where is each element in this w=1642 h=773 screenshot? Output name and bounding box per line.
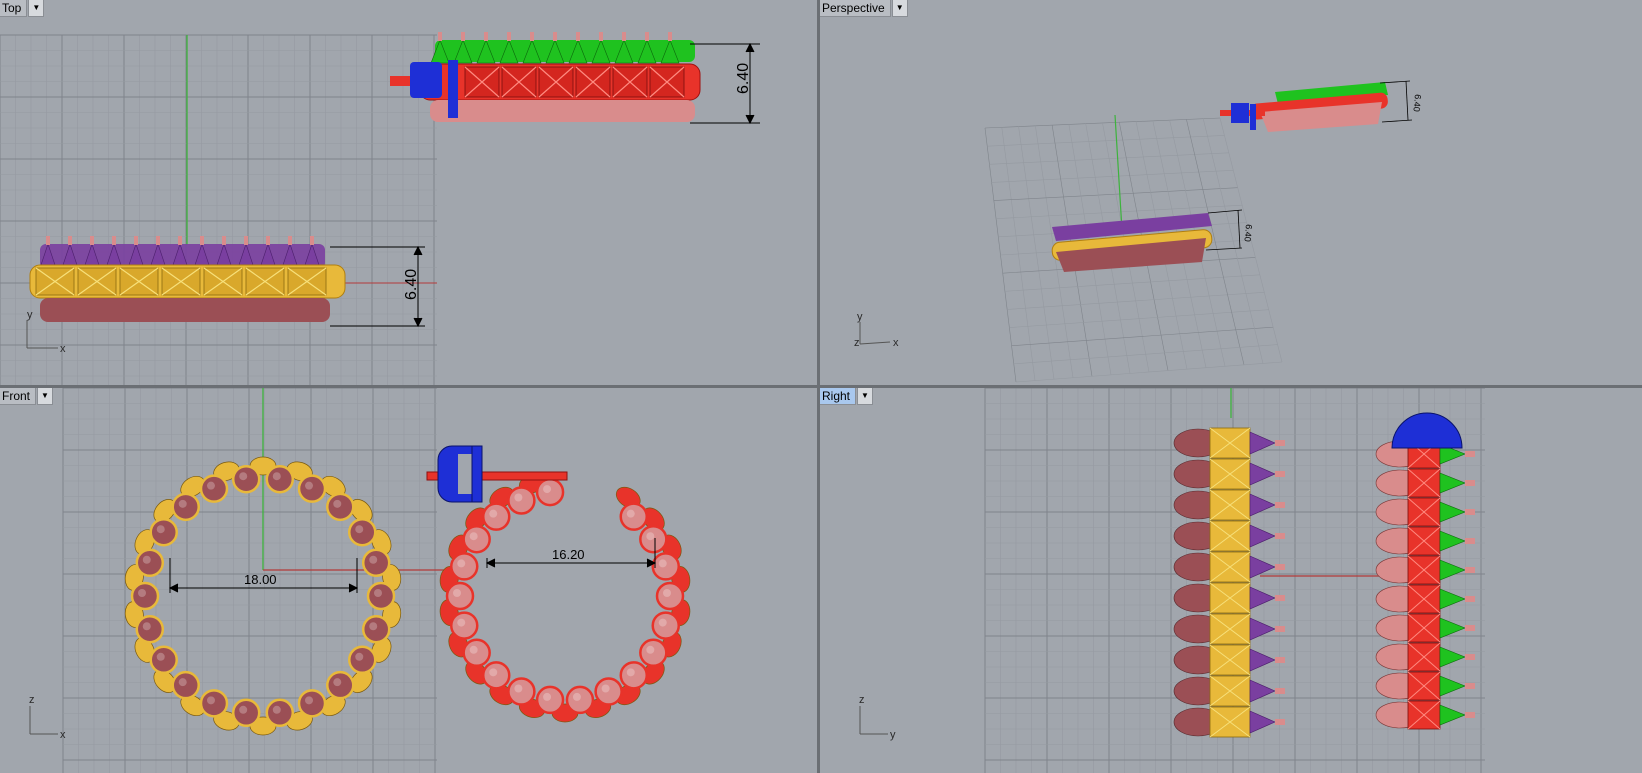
svg-text:y: y — [890, 729, 896, 741]
dropdown-arrow-icon[interactable]: ▼ — [28, 0, 45, 17]
dimension-label: 16.20 — [552, 547, 585, 562]
viewport-tab-right[interactable]: Right ▼ — [820, 388, 874, 405]
dimension-label: 6.40 — [735, 63, 752, 94]
earring-b-perspective — [1220, 82, 1388, 132]
viewport-perspective[interactable]: Perspective ▼ 6.40 6.40 x y z — [820, 0, 1642, 385]
earring-a-perspective — [1051, 213, 1213, 272]
top-scene: 6.40 6.40 x y — [0, 32, 760, 385]
viewport-front[interactable]: Front ▼ 18.00 16.20 x z — [0, 388, 817, 773]
viewport-tab-front[interactable]: Front ▼ — [0, 388, 54, 405]
svg-text:x: x — [893, 337, 899, 349]
right-scene: y z — [859, 388, 1485, 773]
front-scene: 18.00 16.20 x z — [29, 388, 691, 773]
dropdown-arrow-icon[interactable]: ▼ — [857, 388, 874, 405]
svg-text:y: y — [857, 311, 863, 323]
dimension-earring-a — [1205, 209, 1243, 251]
viewport-tab-top[interactable]: Top ▼ — [0, 0, 45, 17]
axis-icon: x z — [29, 694, 66, 741]
earring-b-side — [1375, 439, 1475, 730]
earring-b-front — [439, 474, 691, 723]
viewport-tab-perspective[interactable]: Perspective ▼ — [820, 0, 908, 17]
dimension-label: 6.40 — [1411, 94, 1422, 112]
axis-icon: x y z — [854, 311, 899, 349]
viewport-title[interactable]: Front — [0, 388, 37, 405]
dimension-label: 6.40 — [403, 269, 420, 300]
earring-a-top — [29, 236, 346, 322]
dropdown-arrow-icon[interactable]: ▼ — [37, 388, 54, 405]
dimension-label: 18.00 — [244, 572, 277, 587]
earring-b-top — [390, 32, 701, 122]
grid — [0, 34, 437, 385]
axis-icon: y z — [859, 694, 896, 741]
svg-text:x: x — [60, 729, 66, 741]
viewport-title[interactable]: Top — [0, 0, 28, 17]
viewport-title[interactable]: Perspective — [820, 0, 891, 17]
perspective-scene: 6.40 6.40 x y z — [854, 80, 1423, 383]
viewport-top[interactable]: Top ▼ 6.40 6.40 x y — [0, 0, 817, 385]
svg-text:z: z — [29, 694, 35, 706]
svg-text:z: z — [859, 694, 865, 706]
dimension-label: 6.40 — [1242, 224, 1253, 242]
svg-text:x: x — [60, 343, 66, 355]
svg-text:z: z — [854, 337, 860, 349]
clasp-side — [1391, 412, 1463, 449]
viewport-right[interactable]: Right ▼ y z — [820, 388, 1642, 773]
earring-a-side — [1173, 427, 1285, 738]
dropdown-arrow-icon[interactable]: ▼ — [891, 0, 908, 17]
viewport-title[interactable]: Right — [820, 388, 857, 405]
svg-text:y: y — [27, 309, 33, 321]
